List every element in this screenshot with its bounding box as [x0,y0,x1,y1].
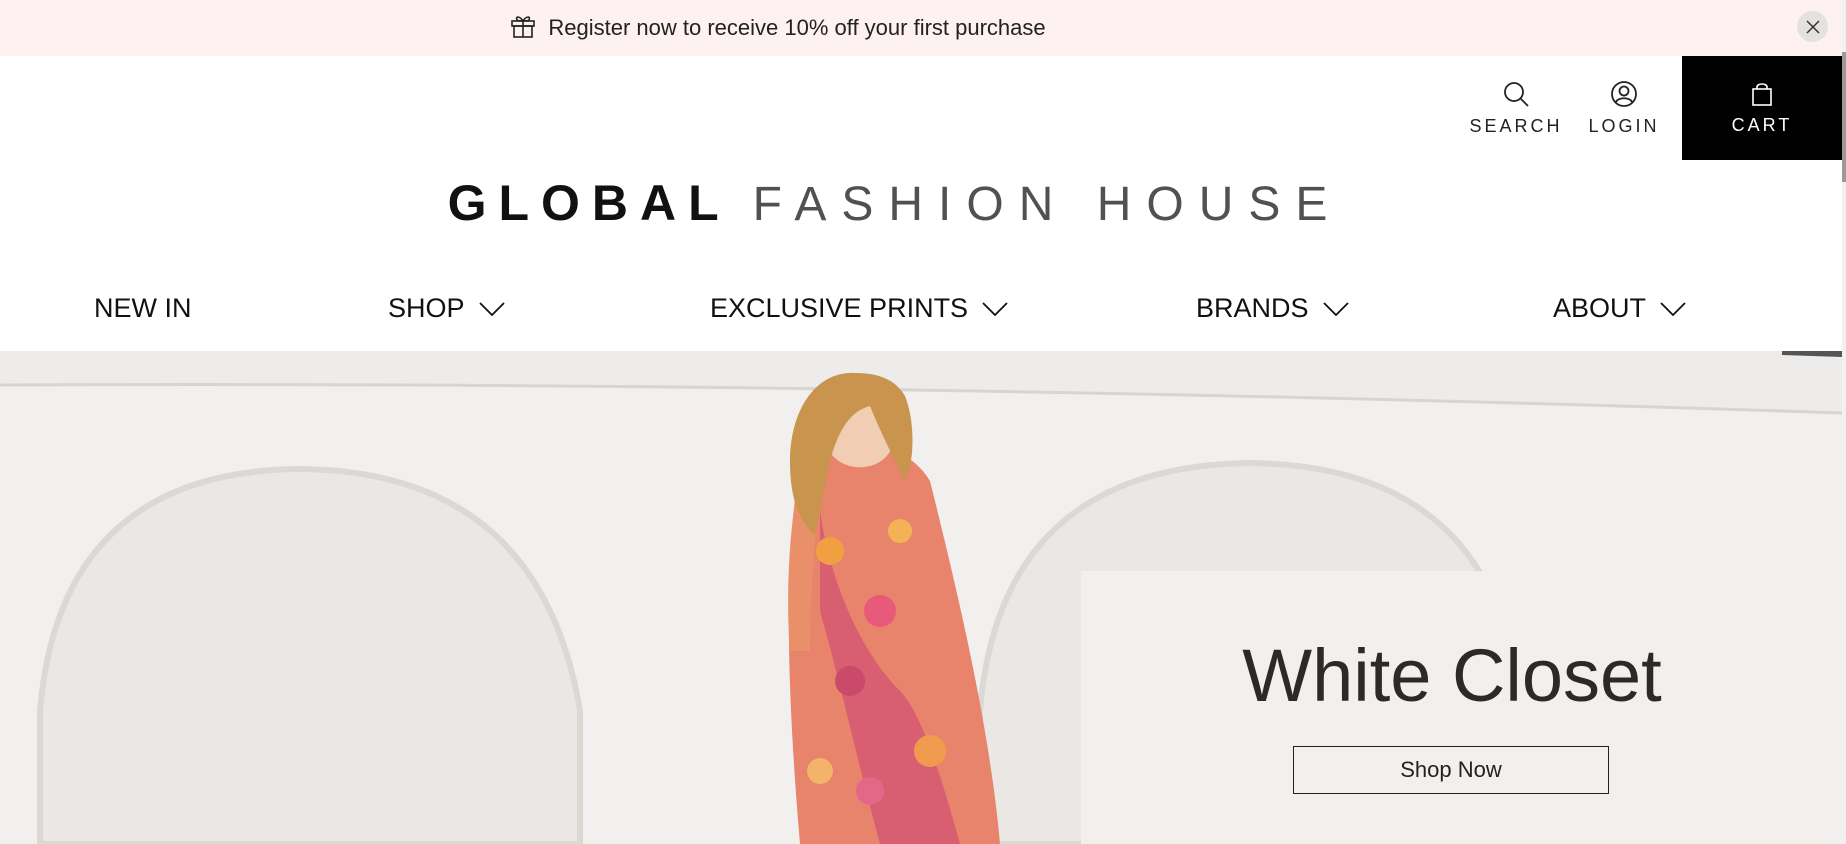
cart-button[interactable]: CART [1682,56,1842,160]
scrollbar-thumb[interactable] [1842,52,1846,182]
search-button[interactable]: SEARCH [1466,56,1566,160]
hero-title: White Closet [1242,634,1662,717]
promo-close-button[interactable] [1797,11,1828,42]
site-header: SEARCH LOGIN CART GLOBAL FASHION HOUSE NE… [0,56,1842,351]
site-logo[interactable]: GLOBAL FASHION HOUSE [0,174,1790,232]
promo-banner: Register now to receive 10% off your fir… [0,0,1846,56]
promo-text: Register now to receive 10% off your fir… [548,15,1046,40]
shop-now-button[interactable]: Shop Now [1293,746,1609,794]
hero-banner: White Closet Shop Now [0,351,1842,844]
nav-item-about[interactable]: ABOUT [1553,266,1686,351]
nav-item-shop[interactable]: SHOP [388,266,505,351]
cart-label: CART [1731,114,1793,135]
chevron-down-icon [478,301,505,316]
gift-icon [510,13,536,44]
chevron-down-icon [982,301,1008,316]
nav-item-label: SHOP [388,293,465,323]
chevron-down-icon [1322,301,1349,316]
logo-bold-text: GLOBAL [447,175,731,231]
main-nav: NEW IN SHOP EXCLUSIVE PRINTS BRANDS ABOU… [0,266,1842,351]
nav-item-label: BRANDS [1196,293,1309,323]
logo-light-text: FASHION HOUSE [752,178,1343,231]
login-label: LOGIN [1588,115,1660,136]
nav-item-label: ABOUT [1553,293,1647,323]
search-label: SEARCH [1469,115,1563,136]
login-button[interactable]: LOGIN [1577,56,1671,160]
user-icon [1611,80,1637,107]
shopping-bag-icon [1752,82,1772,106]
scrollbar[interactable] [1842,0,1846,844]
nav-item-brands[interactable]: BRANDS [1196,266,1349,351]
nav-item-new-in[interactable]: NEW IN [94,266,192,351]
nav-item-label: EXCLUSIVE PRINTS [710,293,969,323]
nav-item-exclusive-prints[interactable]: EXCLUSIVE PRINTS [710,266,1008,351]
chevron-down-icon [1660,301,1686,316]
close-icon [1805,19,1820,34]
hero-panel: White Closet Shop Now [1081,571,1823,844]
search-icon [1504,81,1529,107]
nav-item-label: NEW IN [94,293,192,323]
